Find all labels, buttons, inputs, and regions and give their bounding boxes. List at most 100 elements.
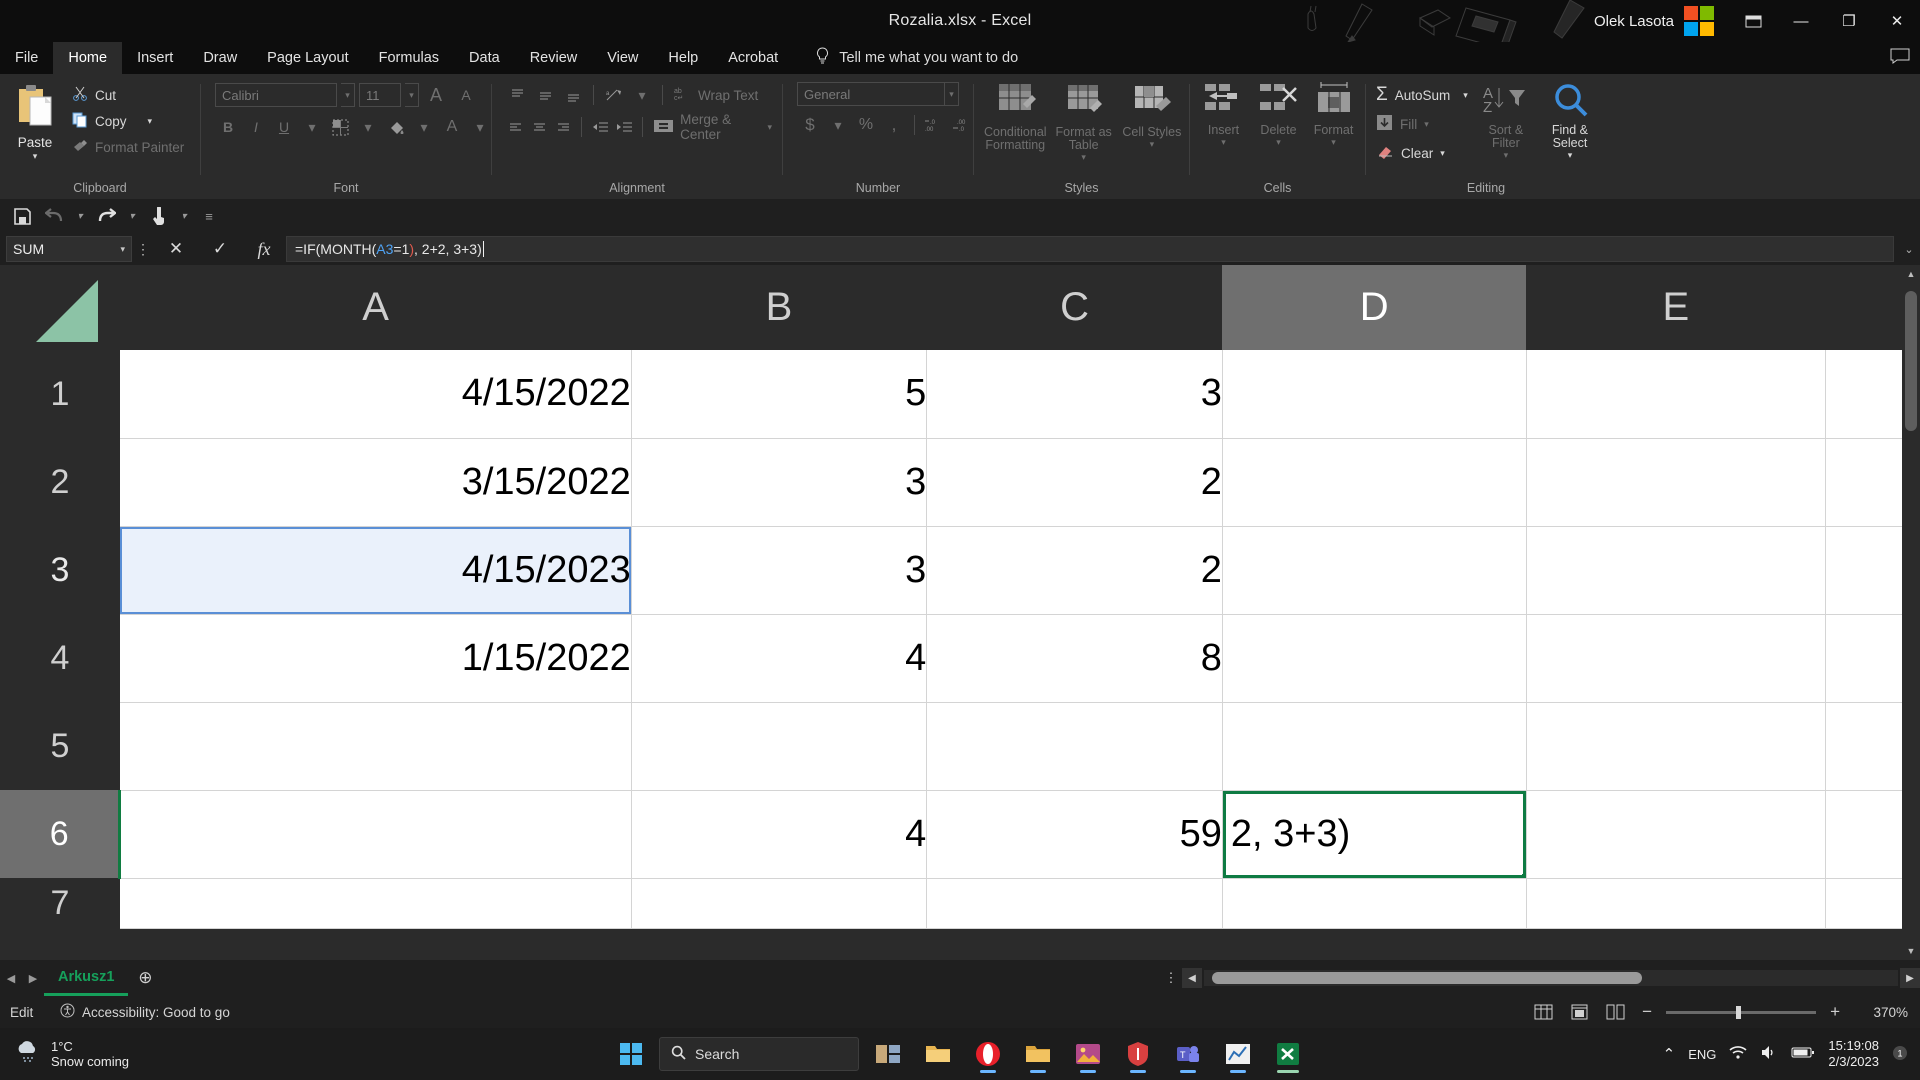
tab-data[interactable]: Data — [454, 42, 515, 74]
page-layout-icon[interactable] — [1566, 1001, 1592, 1023]
cell-e1[interactable] — [1526, 350, 1827, 439]
formula-input[interactable]: =IF(MONTH(A3 =1), 2+2, 3+3) — [286, 236, 1894, 262]
cell-e6[interactable] — [1526, 790, 1827, 879]
normal-view-icon[interactable] — [1530, 1001, 1556, 1023]
decrease-decimal-icon[interactable]: .00.0 — [950, 112, 976, 138]
orientation-icon[interactable]: a — [601, 82, 627, 108]
borders-chevron-down-icon[interactable]: ▾ — [355, 114, 381, 140]
volume-icon[interactable] — [1760, 1045, 1778, 1063]
italic-button[interactable]: I — [243, 114, 269, 140]
accessibility-status[interactable]: Accessibility: Good to go — [60, 1003, 230, 1021]
row-header-5[interactable]: 5 — [0, 702, 120, 790]
chart-app-icon[interactable] — [1217, 1033, 1259, 1075]
opera-icon[interactable] — [967, 1033, 1009, 1075]
file-explorer-icon[interactable] — [917, 1033, 959, 1075]
tab-acrobat[interactable]: Acrobat — [713, 42, 793, 74]
language-indicator[interactable]: ENG — [1688, 1047, 1716, 1062]
cell-c5[interactable] — [926, 702, 1223, 791]
underline-chevron-down-icon[interactable]: ▾ — [299, 114, 325, 140]
find-select-button[interactable]: Find & Select ▾ — [1540, 82, 1600, 160]
redo-icon[interactable] — [92, 203, 120, 229]
insert-function-button[interactable]: fx — [242, 234, 286, 264]
touch-mode-chevron-down-icon[interactable]: ▾ — [176, 203, 192, 229]
format-cells-button[interactable]: Format ▾ — [1308, 82, 1359, 147]
formula-bar-more-icon[interactable]: ⋮ — [132, 241, 154, 258]
photos-icon[interactable] — [1067, 1033, 1109, 1075]
fill-color-icon[interactable] — [383, 114, 409, 140]
tab-insert[interactable]: Insert — [122, 42, 188, 74]
row-header-7[interactable]: 7 — [0, 878, 120, 928]
borders-icon[interactable] — [327, 114, 353, 140]
fill-color-chevron-down-icon[interactable]: ▾ — [411, 114, 437, 140]
zoom-in-button[interactable]: + — [1826, 1002, 1844, 1022]
column-header-a[interactable]: A — [119, 265, 632, 350]
undo-icon[interactable] — [40, 203, 68, 229]
tab-view[interactable]: View — [592, 42, 653, 74]
add-sheet-button[interactable]: ⊕ — [128, 968, 162, 988]
autosum-button[interactable]: Σ AutoSum ▾ — [1376, 82, 1468, 108]
cell-d5[interactable] — [1222, 702, 1527, 791]
cell-b5[interactable] — [631, 702, 928, 791]
font-color-button[interactable]: A — [439, 114, 465, 140]
increase-decimal-icon[interactable]: .0.00 — [922, 112, 948, 138]
fill-button[interactable]: Fill ▾ — [1376, 111, 1468, 137]
cell-d4[interactable] — [1222, 614, 1527, 703]
zoom-slider[interactable] — [1666, 1005, 1817, 1019]
cell-styles-chevron-down-icon[interactable]: ▾ — [1150, 140, 1155, 149]
currency-format-button[interactable]: $ — [797, 112, 823, 138]
close-button[interactable]: ✕ — [1874, 0, 1920, 42]
user-account-name[interactable]: Olek Lasota — [1594, 13, 1674, 30]
cell-c2[interactable]: 2 — [926, 438, 1223, 527]
cell-b3[interactable]: 3 — [631, 526, 928, 615]
format-as-table-button[interactable]: Format as Table ▾ — [1053, 82, 1115, 162]
sort-filter-chevron-down-icon[interactable]: ▾ — [1504, 151, 1509, 160]
increase-font-size-button[interactable]: A — [423, 82, 449, 108]
cell-c1[interactable]: 3 — [926, 350, 1223, 439]
cell-e2[interactable] — [1526, 438, 1827, 527]
cell-a6[interactable] — [119, 790, 632, 879]
tab-formulas[interactable]: Formulas — [364, 42, 454, 74]
autosum-chevron-down-icon[interactable]: ▾ — [1463, 90, 1468, 100]
customize-quick-access-icon[interactable]: ≡ — [196, 203, 222, 229]
decrease-font-size-button[interactable]: A — [453, 82, 479, 108]
vertical-scroll-thumb[interactable] — [1905, 291, 1917, 431]
decrease-indent-icon[interactable] — [589, 114, 611, 140]
tab-home[interactable]: Home — [53, 42, 123, 74]
cell-e3[interactable] — [1526, 526, 1827, 615]
row-header-2[interactable]: 2 — [0, 438, 120, 526]
format-as-table-chevron-down-icon[interactable]: ▾ — [1081, 153, 1086, 162]
ribbon-display-options-icon[interactable] — [1730, 0, 1776, 42]
number-format-chevron-down-icon[interactable]: ▾ — [945, 82, 959, 106]
cell-d6[interactable]: 2, 3+3) — [1222, 790, 1527, 879]
cell-c7[interactable] — [926, 878, 1223, 929]
align-left-icon[interactable] — [504, 114, 526, 140]
cell-b7[interactable] — [631, 878, 928, 929]
zoom-level[interactable]: 370% — [1854, 1005, 1908, 1020]
widgets-icon[interactable] — [867, 1033, 909, 1075]
font-name-input[interactable]: Calibri — [215, 83, 337, 107]
zoom-slider-thumb[interactable] — [1736, 1005, 1742, 1019]
insert-cells-chevron-down-icon[interactable]: ▾ — [1221, 138, 1226, 147]
row-header-1[interactable]: 1 — [0, 350, 120, 438]
fill-chevron-down-icon[interactable]: ▾ — [1424, 119, 1429, 129]
cell-c3[interactable]: 2 — [926, 526, 1223, 615]
tab-file[interactable]: File — [0, 42, 53, 74]
font-size-input[interactable]: 11 — [359, 83, 401, 107]
comma-format-button[interactable]: , — [881, 112, 907, 138]
column-header-e[interactable]: E — [1526, 265, 1826, 350]
clear-chevron-down-icon[interactable]: ▾ — [1440, 148, 1445, 158]
tab-review[interactable]: Review — [515, 42, 593, 74]
maximize-button[interactable]: ❐ — [1826, 0, 1872, 42]
font-size-chevron-down-icon[interactable]: ▾ — [405, 83, 419, 107]
cell-b1[interactable]: 5 — [631, 350, 928, 439]
cell-b2[interactable]: 3 — [631, 438, 928, 527]
paste-button[interactable]: Paste ▾ — [6, 82, 64, 161]
cell-a7[interactable] — [119, 878, 632, 929]
name-box[interactable]: SUM ▾ — [6, 236, 132, 262]
orientation-chevron-down-icon[interactable]: ▾ — [629, 82, 655, 108]
row-header-4[interactable]: 4 — [0, 614, 120, 702]
tell-me-box[interactable]: Tell me what you want to do — [793, 42, 1018, 74]
teams-icon[interactable]: T — [1167, 1033, 1209, 1075]
cell-e5[interactable] — [1526, 702, 1827, 791]
previous-sheet-icon[interactable]: ◀ — [0, 972, 22, 985]
